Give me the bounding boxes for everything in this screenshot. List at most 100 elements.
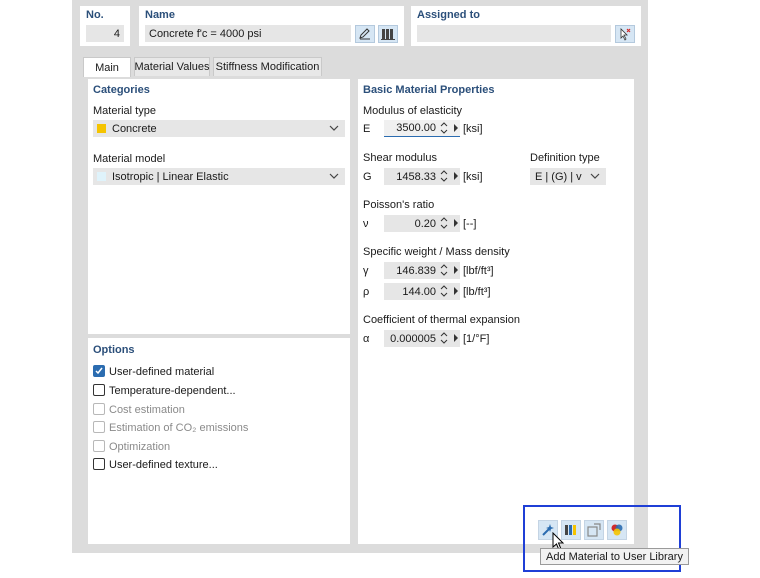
shear-modulus-value: 1458.33 [396, 170, 436, 183]
cost-estimation-checkbox [93, 403, 105, 415]
poissons-ratio-value: 0.20 [414, 217, 436, 230]
specific-weight-input[interactable]: 146.839 [384, 262, 460, 279]
number-value: 4 [113, 27, 120, 40]
name-field[interactable]: Concrete f'c = 4000 psi [145, 25, 351, 42]
material-type-value: Concrete [112, 122, 157, 135]
shear-modulus-input[interactable]: 1458.33 [384, 168, 460, 185]
name-panel: Name Concrete f'c = 4000 psi [139, 6, 404, 46]
material-type-label: Material type [93, 105, 156, 117]
expand-arrow-icon [454, 219, 458, 227]
mass-density-input[interactable]: 144.00 [384, 283, 460, 300]
tab-material-values-label: Material Values [134, 61, 210, 73]
number-field[interactable]: 4 [86, 25, 124, 42]
expand-arrow-icon [454, 124, 458, 132]
temperature-dependent-label: Temperature-dependent... [109, 385, 236, 397]
expand-arrow-icon [454, 287, 458, 295]
tab-main[interactable]: Main [83, 57, 131, 77]
thermal-expansion-label: Coefficient of thermal expansion [363, 314, 520, 326]
number-label: No. [86, 9, 104, 21]
poissons-ratio-unit: [--] [463, 218, 477, 230]
material-model-value: Isotropic | Linear Elastic [112, 170, 229, 183]
specific-weight-unit: [lbf/ft³] [463, 265, 494, 277]
edit-icon [359, 28, 370, 40]
material-model-label: Material model [93, 153, 166, 165]
temperature-dependent-checkbox[interactable] [93, 384, 105, 396]
shear-modulus-label: Shear modulus [363, 152, 437, 164]
thermal-expansion-input[interactable]: 0.000005 [384, 330, 460, 347]
spinner-icon [440, 332, 448, 344]
assigned-panel: Assigned to [411, 6, 641, 46]
categories-panel: Categories Material type Concrete Materi… [88, 79, 350, 334]
tab-stiffness-modification-label: Stiffness Modification [215, 61, 320, 73]
modulus-value: 3500.00 [396, 122, 436, 134]
mass-density-unit: [lb/ft³] [463, 286, 491, 298]
spinner-icon [440, 217, 448, 229]
poissons-ratio-label: Poisson's ratio [363, 199, 435, 211]
options-title: Options [93, 344, 135, 356]
material-dialog: No. 4 Name Concrete f'c = 4000 psi Assig… [72, 0, 648, 553]
thermal-expansion-value: 0.000005 [390, 332, 436, 345]
thermal-expansion-unit: [1/°F] [463, 333, 490, 345]
specific-weight-label: Specific weight / Mass density [363, 246, 510, 258]
chevron-down-icon [329, 173, 339, 179]
g-symbol: G [363, 171, 372, 183]
name-label: Name [145, 9, 175, 21]
spinner-icon [440, 170, 448, 182]
definition-type-value: E | (G) | v [535, 170, 582, 183]
cost-estimation-label: Cost estimation [109, 404, 185, 416]
rho-symbol: ρ [363, 286, 370, 298]
poissons-ratio-input[interactable]: 0.20 [384, 215, 460, 232]
tab-main-label: Main [95, 61, 119, 74]
shear-modulus-unit: [ksi] [463, 171, 483, 183]
expand-arrow-icon [454, 266, 458, 274]
chevron-down-icon [590, 173, 600, 179]
assigned-label: Assigned to [417, 9, 480, 21]
material-model-select[interactable]: Isotropic | Linear Elastic [93, 168, 345, 185]
modulus-input[interactable]: 3500.00 [384, 120, 460, 137]
library-icon [381, 29, 395, 40]
optimization-label: Optimization [109, 441, 171, 453]
co2-estimation-label: Estimation of CO₂ emissions [109, 422, 249, 434]
select-assignment-button[interactable] [615, 25, 635, 43]
e-symbol: E [363, 123, 371, 135]
mass-density-value: 144.00 [402, 285, 436, 298]
definition-type-label: Definition type [530, 152, 600, 164]
spinner-icon [440, 264, 448, 276]
nu-symbol: ν [363, 218, 369, 230]
material-type-select[interactable]: Concrete [93, 120, 345, 137]
basic-properties-title: Basic Material Properties [363, 84, 495, 96]
tooltip-text: Add Material to User Library [546, 550, 683, 563]
user-defined-texture-label: User-defined texture... [109, 459, 218, 471]
tab-stiffness-modification[interactable]: Stiffness Modification [213, 57, 322, 76]
definition-type-select[interactable]: E | (G) | v [530, 168, 606, 185]
options-panel: Options User-defined material Temperatur… [88, 338, 350, 544]
alpha-symbol: α [363, 333, 370, 345]
user-defined-material-label: User-defined material [109, 366, 215, 378]
concrete-color-swatch [97, 124, 106, 133]
number-panel: No. 4 [80, 6, 130, 46]
modulus-unit: [ksi] [463, 123, 483, 135]
expand-arrow-icon [454, 172, 458, 180]
user-defined-texture-checkbox[interactable] [93, 458, 105, 470]
optimization-checkbox [93, 440, 105, 452]
spinner-icon [440, 285, 448, 297]
isotropic-color-swatch [97, 172, 106, 181]
name-value: Concrete f'c = 4000 psi [149, 27, 262, 40]
user-defined-material-checkbox[interactable] [93, 365, 105, 377]
gamma-symbol: γ [363, 265, 369, 277]
edit-name-button[interactable] [355, 25, 375, 43]
checkmark-icon [95, 367, 103, 375]
assigned-field[interactable] [417, 25, 611, 42]
categories-title: Categories [93, 84, 150, 96]
spinner-icon [440, 122, 448, 134]
expand-arrow-icon [454, 334, 458, 342]
tooltip: Add Material to User Library [540, 548, 689, 565]
material-library-button[interactable] [378, 25, 398, 43]
pick-cursor-icon [620, 28, 631, 41]
modulus-of-elasticity-label: Modulus of elasticity [363, 105, 463, 117]
chevron-down-icon [329, 125, 339, 131]
basic-properties-panel: Basic Material Properties Modulus of ela… [358, 79, 634, 544]
specific-weight-value: 146.839 [396, 264, 436, 277]
tab-material-values[interactable]: Material Values [134, 57, 210, 76]
co2-estimation-checkbox [93, 421, 105, 433]
